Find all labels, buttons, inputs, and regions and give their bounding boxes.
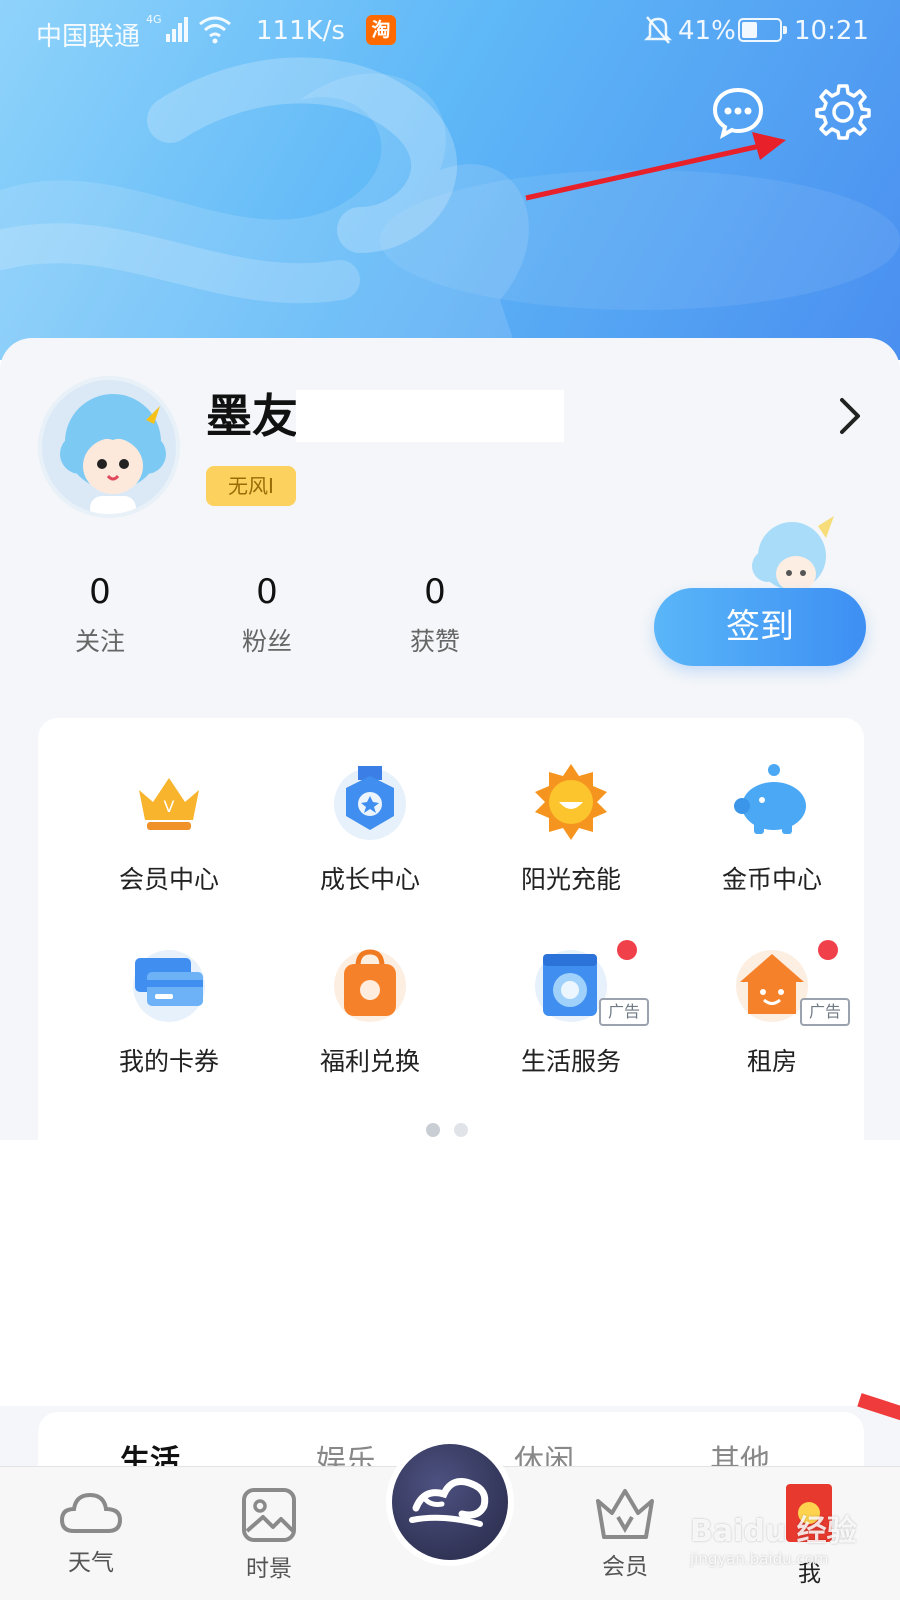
service-coin-center[interactable]: 金币中心 [692,762,852,912]
piggy-bank-icon [734,764,806,834]
service-welfare-exchange[interactable]: 福利兑换 [290,944,450,1094]
avatar[interactable] [38,376,180,518]
clock: 10:21 [794,16,869,46]
center-home-button[interactable] [386,1438,514,1566]
battery-percent: 41% [678,16,736,46]
watermark-brand: Baidu 经验 [690,1514,857,1549]
wifi-icon [199,16,231,44]
battery-fill [742,22,757,38]
watermark-url: jingyan.baidu.com [690,1550,829,1568]
service-label: 租房 [746,1047,797,1076]
service-label: 阳光充能 [520,865,621,894]
shopping-bag-icon [334,949,406,1022]
ad-label: 广告 [800,998,850,1026]
mascot-peek-icon [752,516,834,592]
taobao-notification-icon: 淘 [366,15,396,45]
ad-label: 广告 [599,998,649,1026]
stat-label: 关注 [74,627,125,656]
nav-label: 会员 [602,1554,648,1580]
page-dot[interactable] [454,1123,468,1137]
nav-label: 天气 [68,1550,114,1576]
username[interactable]: 墨友 [206,380,298,446]
service-label: 会员中心 [118,865,219,894]
stat-value: 0 [424,572,446,612]
crown-icon: V [139,778,199,830]
stat-label: 获赞 [409,627,460,656]
cloud-logo-icon [409,1478,489,1527]
card-icon [133,950,205,1022]
stat-value: 0 [89,572,111,612]
service-label: 福利兑换 [319,1047,420,1076]
status-bar: 中国联通 4G 111K/s 淘 41% 10:21 [0,0,900,62]
service-rent-house[interactable]: 广告 租房 [692,940,852,1094]
annotation-arrow [525,132,786,201]
nav-label: 时景 [246,1556,292,1582]
service-label: 金币中心 [721,865,822,894]
crown-v-icon [596,1489,654,1539]
carrier-label: 中国联通 [36,22,141,52]
network-speed: 111K/s [256,16,345,46]
baidu-watermark: Baidu 经验 jingyan.baidu.com [690,1506,857,1568]
service-label: 成长中心 [319,865,420,894]
notification-dot [818,940,838,960]
service-vip-center[interactable]: V 会员中心 [89,762,249,912]
stat-following[interactable]: 0 关注 [40,572,160,658]
stat-followers[interactable]: 0 粉丝 [207,572,327,658]
picture-icon [242,1488,296,1542]
service-label: 生活服务 [520,1047,621,1076]
redacted-name-mask [296,390,564,442]
stat-likes[interactable]: 0 获赞 [375,572,495,658]
cloud-icon [59,1492,123,1533]
notification-dot [617,940,637,960]
nav-weather[interactable]: 天气 [36,1487,146,1577]
page-dot[interactable] [426,1123,440,1137]
service-growth-center[interactable]: 成长中心 [290,762,450,912]
nav-scenery[interactable]: 时景 [214,1487,324,1583]
service-sunshine-charge[interactable]: 阳光充能 [491,762,651,912]
medal-icon [334,766,406,840]
service-life-services[interactable]: 广告 生活服务 [491,940,651,1094]
bell-muted-icon [644,16,672,44]
nav-membership[interactable]: 会员 [570,1487,680,1581]
service-label: 我的卡券 [118,1047,219,1076]
service-my-coupons[interactable]: 我的卡券 [89,944,249,1094]
svg-text:V: V [164,797,175,816]
services-grid: V 会员中心 成长中心 阳光充能 金币中心 我的卡券 福利兑换 广告 生活服务 … [38,718,864,1140]
chevron-right-icon[interactable] [838,396,862,436]
settings-gear-icon[interactable] [815,84,871,140]
battery-icon [738,18,787,42]
checkin-button[interactable]: 签到 [654,588,866,666]
stat-value: 0 [256,572,278,612]
page-indicator [426,1122,482,1141]
stat-label: 粉丝 [241,627,292,656]
level-badge[interactable]: 无风I [206,466,296,506]
svg-text:4G: 4G [146,13,162,26]
cellular-signal-icon: 4G [146,13,188,42]
sun-icon [535,764,607,840]
